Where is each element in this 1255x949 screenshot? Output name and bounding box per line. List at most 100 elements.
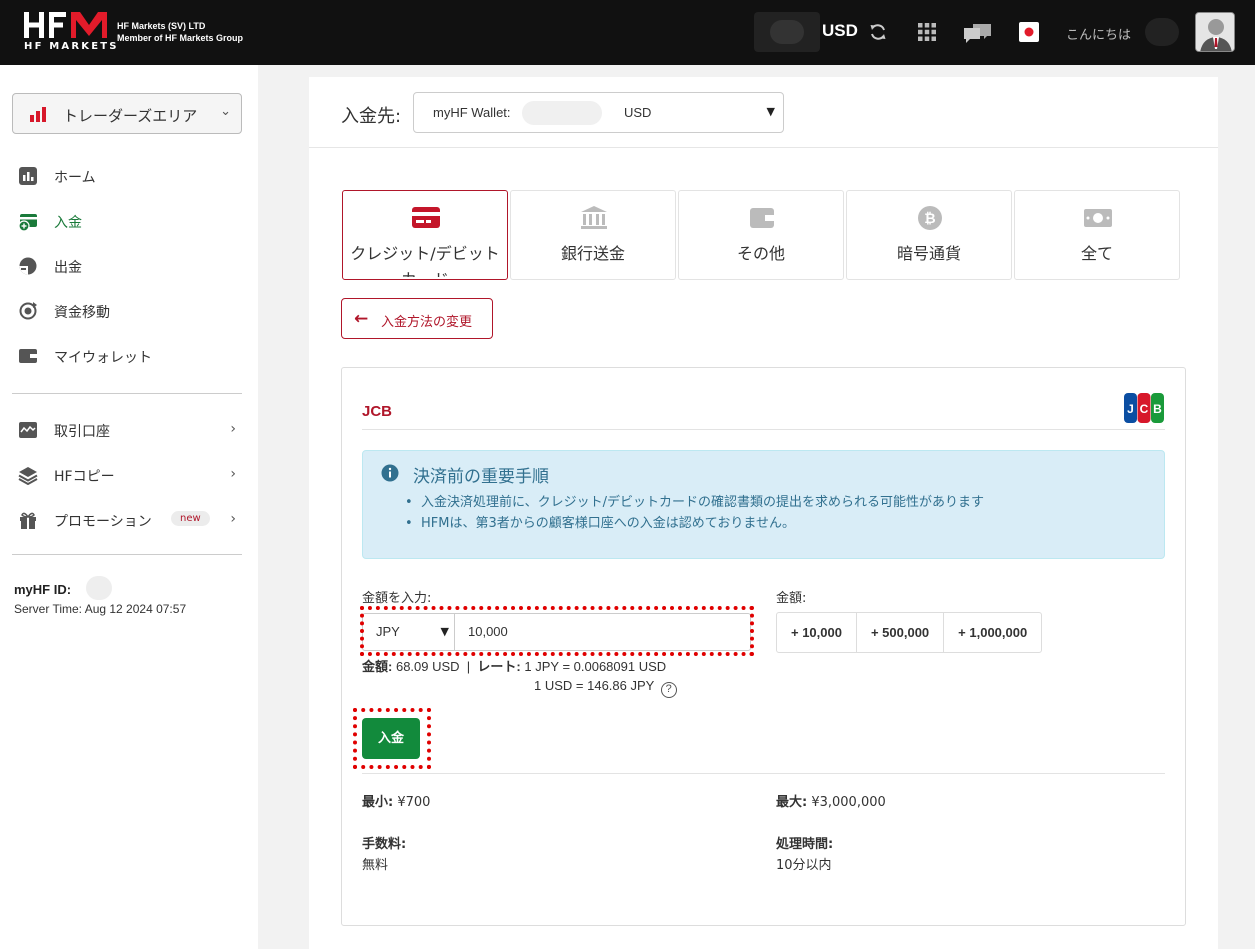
tab-label: 全て [1080,244,1113,263]
max-amount: 最大: ¥3,000,000 [776,791,886,810]
new-badge: new [171,511,210,526]
bank-icon [581,206,607,229]
sidebar-item-promotion[interactable]: プロモーション new › [18,509,242,533]
chevron-right-icon: › [230,511,236,527]
sidebar-item-home[interactable]: ホーム [18,165,242,189]
sidebar-item-label: プロモーション [54,514,152,530]
tab-crypto[interactable]: ₿ 暗号通貨 [846,190,1012,280]
divider [362,773,1165,774]
quick-amount-group: + 10,000 + 500,000 + 1,000,000 [776,612,1043,653]
sidebar-item-deposit[interactable]: 入金 [18,210,242,234]
info-icon [381,464,399,482]
quick-amount-button[interactable]: + 10,000 [777,613,856,652]
alert-list: 入金決済処理前に、クレジット/デビットカードの確認書類の提出を求められる可能性が… [405,492,984,534]
myhf-id-redacted [86,576,112,600]
rate-label: レート: [477,659,521,674]
tab-other[interactable]: その他 [678,190,844,280]
tab-all[interactable]: 全て [1014,190,1180,280]
important-notice-alert: 決済前の重要手順 入金決済処理前に、クレジット/デビットカードの確認書類の提出を… [362,450,1165,559]
sidebar-item-label: 取引口座 [54,424,110,440]
sidebar-item-label: 資金移動 [54,305,110,321]
change-method-button[interactable]: ← 入金方法の変更 [341,298,493,339]
fee-label-text: 手数料: [362,837,407,852]
withdraw-icon [19,257,37,275]
bar-chart-icon [30,107,46,122]
alert-title: 決済前の重要手順 [413,467,549,487]
tab-label: クレジット/デビットカード [350,244,500,277]
arrow-left-icon: ← [354,309,369,329]
sidebar-item-my-wallet[interactable]: マイウォレット [18,345,242,369]
svg-text:₿: ₿ [924,211,935,227]
myhf-id-label: myHF ID: [14,582,72,597]
apps-grid-icon[interactable] [918,23,936,41]
converted-label: 金額: [362,659,393,674]
tab-label: 暗号通貨 [896,244,961,263]
svg-text:J: J [1127,402,1134,416]
destination-wallet-select[interactable]: myHF Wallet: USD ▼ [413,92,784,133]
alert-item: HFMは、第3者からの顧客様口座への入金は認めておりません。 [405,513,984,534]
chevron-down-icon: ⌄ [220,104,231,119]
divider [362,429,1165,430]
sidebar-divider [12,393,242,394]
separator: | [463,659,474,674]
chat-icon[interactable] [963,22,993,44]
japan-flag-icon[interactable] [1019,22,1039,42]
transfer-icon [19,302,37,320]
processing-time-value: 10分以内 [776,858,832,873]
sidebar-item-trading-accounts[interactable]: 取引口座 › [18,419,242,443]
username-redacted [1145,18,1179,46]
sidebar-item-hf-copy[interactable]: HFコピー › [18,464,242,488]
sidebar: トレーダーズエリア ⌄ ホーム 入金 出金 資金移動 マイウォレット 取引口座 … [0,65,258,949]
tab-label: 銀行送金 [560,244,625,263]
account-badge-redacted [754,12,820,52]
traders-area-select[interactable]: トレーダーズエリア ⌄ [12,93,242,134]
sidebar-item-label: HFコピー [54,469,115,485]
wallet-name: myHF Wallet: [433,105,511,120]
processing-time-label: 処理時間: [776,833,833,852]
card-title: JCB [362,403,393,420]
top-bar: HF MARKETS HF Markets (SV) LTD Member of… [0,0,1255,65]
hfm-logo-mark [24,12,107,38]
wallet-id-redacted [522,101,602,125]
deposit-icon [18,214,37,231]
min-value: ¥700 [397,795,431,810]
highlight-box [353,708,431,769]
svg-text:B: B [1153,402,1162,416]
fee-label: 手数料: [362,833,406,852]
sidebar-item-withdraw[interactable]: 出金 [18,255,242,279]
layers-icon [18,467,38,485]
amount-input-label: 金額を入力: [362,591,432,606]
greeting: こんにちは [1066,28,1132,43]
chart-icon [19,167,37,185]
conversion-info: 金額: 68.09 USD | レート: 1 JPY = 0.0068091 U… [362,656,666,675]
svg-text:C: C [1140,402,1149,416]
quick-amount-label: 金額: [776,591,807,606]
sidebar-item-label: マイウォレット [54,350,152,366]
quick-amount-button[interactable]: + 500,000 [855,613,943,652]
rate-line-2-wrap: 1 USD = 146.86 JPY ? [534,678,677,698]
jcb-deposit-card: JCB J C B 決済前の重要手順 入金決済処理前に、クレジット/デビットカー… [341,367,1186,926]
tab-bank-transfer[interactable]: 銀行送金 [510,190,676,280]
avatar[interactable] [1195,12,1235,52]
rate-line-1: 1 JPY = 0.0068091 USD [524,659,667,674]
min-label: 最小: [362,795,394,810]
server-time: Server Time: Aug 12 2024 07:57 [14,602,187,616]
chevron-right-icon: › [230,466,236,482]
quick-amount-button[interactable]: + 1,000,000 [943,613,1041,652]
credit-card-icon [412,207,440,228]
tab-credit-debit-card[interactable]: クレジット/デビットカード [342,190,508,280]
destination-label: 入金先: [341,106,402,127]
logo-subtitle: HF MARKETS [24,41,119,52]
chevron-right-icon: › [230,421,236,437]
wallet-icon [19,349,37,363]
min-amount: 最小: ¥700 [362,791,430,810]
sidebar-item-transfer[interactable]: 資金移動 [18,300,242,324]
refresh-icon[interactable] [868,22,888,42]
currency-label: USD [822,21,858,40]
sidebar-divider [12,554,242,555]
help-icon[interactable]: ? [660,682,677,698]
processing-time-label-text: 処理時間: [776,837,834,852]
wallet-currency: USD [624,105,652,120]
chevron-down-icon: ▼ [766,105,775,118]
divider [309,147,1218,148]
